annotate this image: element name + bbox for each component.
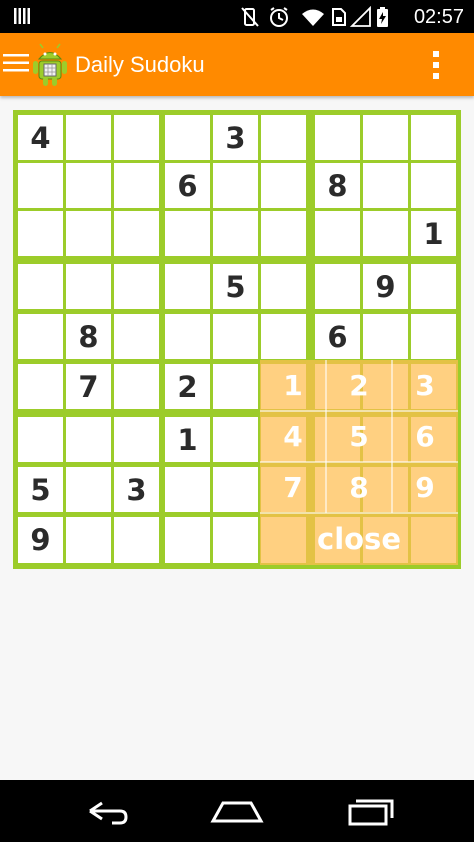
sudoku-cell[interactable] xyxy=(66,467,111,512)
sudoku-cell[interactable]: 8 xyxy=(315,163,360,208)
sudoku-cell[interactable] xyxy=(213,467,258,512)
sudoku-cell[interactable] xyxy=(165,467,210,512)
sudoku-cell[interactable] xyxy=(66,517,111,563)
number-picker: 1 2 3 4 5 6 7 8 9 close xyxy=(260,360,458,565)
sudoku-cell[interactable]: 6 xyxy=(315,314,360,359)
sudoku-cell[interactable] xyxy=(114,211,159,256)
overflow-menu-icon[interactable] xyxy=(424,47,448,83)
number-key-9[interactable]: 9 xyxy=(392,462,458,513)
sudoku-cell[interactable]: 8 xyxy=(66,314,111,359)
android-app-icon[interactable] xyxy=(30,43,70,87)
sudoku-cell[interactable] xyxy=(165,211,210,256)
sudoku-cell[interactable]: 1 xyxy=(411,211,456,256)
number-key-2[interactable]: 2 xyxy=(326,360,392,411)
sudoku-cell[interactable] xyxy=(213,417,258,462)
sudoku-cell[interactable] xyxy=(114,264,159,309)
sudoku-cell[interactable] xyxy=(66,417,111,462)
sudoku-cell[interactable] xyxy=(114,517,159,563)
sudoku-cell[interactable] xyxy=(18,364,63,409)
sudoku-cell[interactable] xyxy=(18,163,63,208)
sudoku-cell[interactable] xyxy=(114,417,159,462)
sudoku-cell[interactable]: 1 xyxy=(165,417,210,462)
signal-icon xyxy=(349,6,371,27)
close-button[interactable]: close xyxy=(260,513,458,565)
sudoku-cell[interactable] xyxy=(411,314,456,359)
number-key-4[interactable]: 4 xyxy=(260,411,326,462)
sudoku-cell[interactable] xyxy=(165,517,210,563)
sudoku-cell[interactable] xyxy=(411,264,456,309)
sudoku-cell[interactable]: 4 xyxy=(18,115,63,160)
sudoku-cell[interactable] xyxy=(411,115,456,160)
sudoku-cell[interactable] xyxy=(18,264,63,309)
sudoku-cell[interactable] xyxy=(213,517,258,563)
sudoku-cell[interactable] xyxy=(261,264,306,309)
sudoku-cell[interactable] xyxy=(363,314,408,359)
sudoku-cell[interactable]: 3 xyxy=(213,115,258,160)
back-icon[interactable] xyxy=(76,794,136,828)
sudoku-cell[interactable]: 5 xyxy=(213,264,258,309)
clock: 02:57 xyxy=(413,6,464,28)
app-title: Daily Sudoku xyxy=(75,52,205,77)
number-key-6[interactable]: 6 xyxy=(392,411,458,462)
number-key-1[interactable]: 1 xyxy=(260,360,326,411)
home-icon[interactable] xyxy=(207,794,267,828)
recents-icon[interactable] xyxy=(340,794,400,828)
wifi-icon xyxy=(302,9,324,26)
sudoku-cell[interactable]: 2 xyxy=(165,364,210,409)
sudoku-cell[interactable]: 9 xyxy=(363,264,408,309)
sudoku-cell[interactable] xyxy=(66,264,111,309)
sudoku-cell[interactable] xyxy=(261,163,306,208)
notification-bars-icon xyxy=(14,8,30,24)
sudoku-cell[interactable] xyxy=(363,115,408,160)
vibrate-off-icon xyxy=(241,7,259,27)
number-key-8[interactable]: 8 xyxy=(326,462,392,513)
sudoku-cell[interactable] xyxy=(114,314,159,359)
sudoku-cell[interactable] xyxy=(213,364,258,409)
navigation-bar xyxy=(0,780,474,842)
sudoku-cell[interactable] xyxy=(363,163,408,208)
battery-charging-icon xyxy=(377,7,388,27)
sudoku-cell[interactable] xyxy=(66,115,111,160)
sudoku-cell[interactable] xyxy=(411,163,456,208)
sudoku-cell[interactable] xyxy=(363,211,408,256)
action-bar: Daily Sudoku xyxy=(0,33,474,96)
sudoku-cell[interactable]: 5 xyxy=(18,467,63,512)
sudoku-cell[interactable] xyxy=(315,211,360,256)
status-icons xyxy=(241,6,388,27)
number-key-5[interactable]: 5 xyxy=(326,411,392,462)
sudoku-cell[interactable] xyxy=(66,211,111,256)
sudoku-cell[interactable] xyxy=(165,314,210,359)
number-key-3[interactable]: 3 xyxy=(392,360,458,411)
sudoku-cell[interactable]: 6 xyxy=(165,163,210,208)
sudoku-cell[interactable] xyxy=(18,314,63,359)
sudoku-cell[interactable] xyxy=(114,163,159,208)
sudoku-cell[interactable]: 3 xyxy=(114,467,159,512)
sudoku-cell[interactable] xyxy=(213,211,258,256)
sudoku-cell[interactable]: 7 xyxy=(66,364,111,409)
number-key-7[interactable]: 7 xyxy=(260,462,326,513)
sudoku-cell[interactable]: 9 xyxy=(18,517,63,563)
sudoku-cell[interactable] xyxy=(261,211,306,256)
sudoku-cell[interactable] xyxy=(66,163,111,208)
sudoku-cell[interactable] xyxy=(165,115,210,160)
sudoku-cell[interactable] xyxy=(315,115,360,160)
sudoku-cell[interactable] xyxy=(165,264,210,309)
status-bar: 02:57 xyxy=(0,0,474,33)
sudoku-cell[interactable] xyxy=(315,264,360,309)
alarm-icon xyxy=(270,7,288,27)
sudoku-cell[interactable] xyxy=(114,364,159,409)
sudoku-cell[interactable] xyxy=(18,211,63,256)
menu-icon[interactable] xyxy=(3,53,29,73)
sudoku-cell[interactable] xyxy=(18,417,63,462)
sudoku-cell[interactable] xyxy=(261,314,306,359)
sudoku-cell[interactable] xyxy=(261,115,306,160)
sudoku-cell[interactable] xyxy=(213,314,258,359)
sim-icon xyxy=(332,8,346,26)
sudoku-cell[interactable] xyxy=(213,163,258,208)
sudoku-cell[interactable] xyxy=(114,115,159,160)
